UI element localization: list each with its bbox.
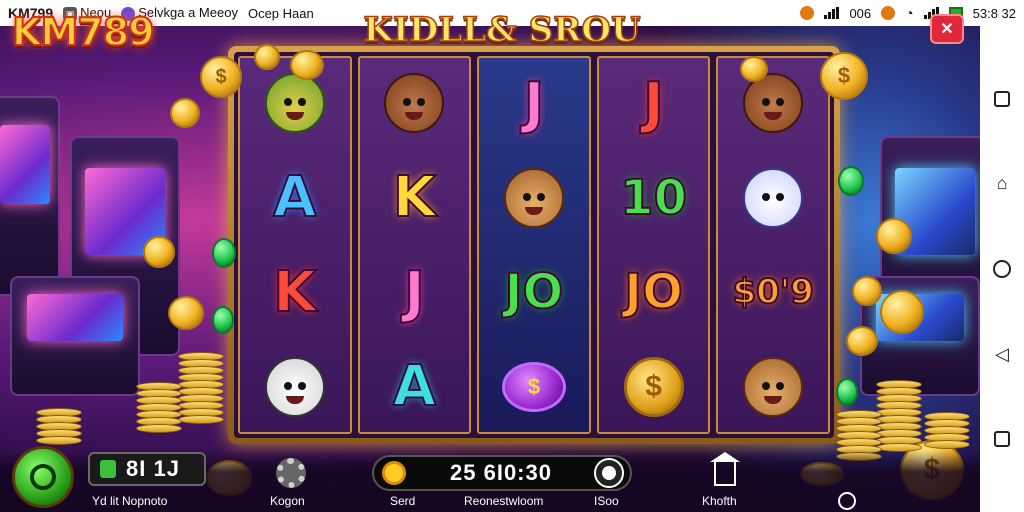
arcade-cabinet: [10, 276, 140, 396]
bet-value: 8I 1J: [126, 456, 180, 481]
reel-cell: J: [599, 58, 709, 149]
menu-icon: [30, 464, 56, 490]
recents-button[interactable]: [991, 428, 1013, 450]
shield-icon[interactable]: [838, 492, 856, 510]
reel-cell: 10: [599, 153, 709, 244]
symbol-jo: JO: [623, 263, 684, 321]
game-title: KIDLL& SROU: [363, 9, 642, 51]
gold-coin-icon: [168, 296, 204, 330]
coin-stack: [36, 408, 82, 445]
iso-label: ISoo: [594, 494, 619, 508]
panda-symbol: [258, 350, 332, 424]
symbol-a: A: [272, 164, 317, 231]
house-outline-icon: ⌂: [996, 173, 1008, 194]
balance-label: Reonestwloom: [464, 494, 544, 508]
reel-cell: [718, 153, 828, 244]
reel-cell: $: [479, 342, 589, 433]
reel-cell: [718, 342, 828, 433]
green-gem-icon: [838, 166, 864, 196]
reel-cell: K: [360, 153, 470, 244]
reel-cell: [360, 58, 470, 149]
balance-value: 25 6I0:30: [450, 460, 552, 485]
arcade-cabinet: [0, 96, 60, 296]
coin-stack: [876, 380, 922, 452]
symbol-a: A: [392, 353, 437, 420]
symbol-10: 10: [619, 169, 688, 227]
menu-button[interactable]: [12, 446, 74, 508]
coin-stack: [136, 382, 182, 433]
green-gem-icon: [212, 238, 236, 268]
reel-cell: JO: [599, 247, 709, 338]
square-icon: [994, 90, 1010, 107]
back-button[interactable]: ◁: [991, 343, 1013, 365]
assistant-button[interactable]: [991, 258, 1013, 280]
bet-display[interactable]: 8I 1J: [88, 452, 206, 486]
bear-symbol: [736, 350, 810, 424]
square-icon: [994, 431, 1010, 448]
bet-label: Yd lit Nopnoto: [92, 494, 168, 508]
bear-symbol: [497, 161, 571, 235]
home-button[interactable]: ⌂: [991, 173, 1013, 195]
gold-coin-icon: [846, 326, 878, 356]
reel-cell: [718, 58, 828, 149]
green-gem-icon: [212, 306, 234, 334]
reel-cell: A: [240, 153, 350, 244]
coin-stack: [924, 412, 970, 449]
reel-2: K J A: [357, 56, 472, 434]
symbol-j: J: [523, 70, 546, 137]
symbol-k: K: [272, 259, 317, 326]
symbol-s09: $0'9: [731, 271, 814, 313]
slot-reels-frame: A K K J A J JO $ J 10 JO $ $0'9: [228, 46, 840, 444]
system-nav-bar: ⌂ ◁: [980, 26, 1024, 512]
gold-coin-icon: [170, 98, 200, 128]
purple-coin-symbol: $: [501, 361, 566, 412]
gold-coin-icon: [740, 56, 768, 82]
symbol-j: J: [642, 70, 665, 137]
settings-label: Kogon: [270, 494, 305, 508]
reel-4: J 10 JO $: [596, 56, 711, 434]
gold-coin-icon: [880, 290, 924, 334]
send-label: Serd: [390, 494, 416, 508]
reel-cell: JO: [479, 247, 589, 338]
balance-coin-icon: [382, 461, 406, 485]
green-gem-icon: [836, 378, 858, 406]
reel-cell: $0'9: [718, 247, 828, 338]
gold-coin-symbol: $: [623, 356, 684, 417]
home-icon[interactable]: [710, 452, 740, 486]
ghost-card-symbol: [736, 161, 810, 235]
reel-5: $0'9: [716, 56, 830, 434]
reel-cell: K: [240, 247, 350, 338]
gold-coin-icon: [143, 236, 175, 268]
coin-stack: [178, 352, 224, 424]
gold-coin-icon: [876, 218, 912, 254]
reel-cell: [240, 342, 350, 433]
person-symbol: [377, 66, 451, 140]
gold-coin-icon: $: [820, 52, 868, 100]
reel-cell: $: [599, 342, 709, 433]
back-triangle-icon: ◁: [995, 343, 1009, 364]
gold-coin-icon: [852, 276, 882, 306]
gear-icon[interactable]: [276, 458, 306, 488]
reel-cell: [479, 153, 589, 244]
spin-icon[interactable]: [594, 458, 624, 488]
close-button[interactable]: ✕: [930, 14, 964, 44]
symbol-j: J: [403, 259, 426, 326]
balance-display[interactable]: 25 6I0:30: [372, 455, 632, 491]
reel-1: A K: [238, 56, 352, 434]
green-bear-symbol: [258, 66, 332, 140]
symbol-k: K: [392, 164, 437, 231]
reel-cell: J: [360, 247, 470, 338]
gold-coin-icon: [290, 50, 324, 80]
reel-3: J JO $: [477, 56, 591, 434]
reel-cell: A: [360, 342, 470, 433]
home-label: Khofth: [702, 494, 737, 508]
circle-icon: [993, 259, 1011, 278]
bet-icon: [100, 460, 116, 478]
reel-cell: J: [479, 58, 589, 149]
overview-button[interactable]: [991, 88, 1013, 110]
gold-coin-icon: $: [200, 56, 242, 98]
symbol-jo: JO: [504, 263, 565, 321]
